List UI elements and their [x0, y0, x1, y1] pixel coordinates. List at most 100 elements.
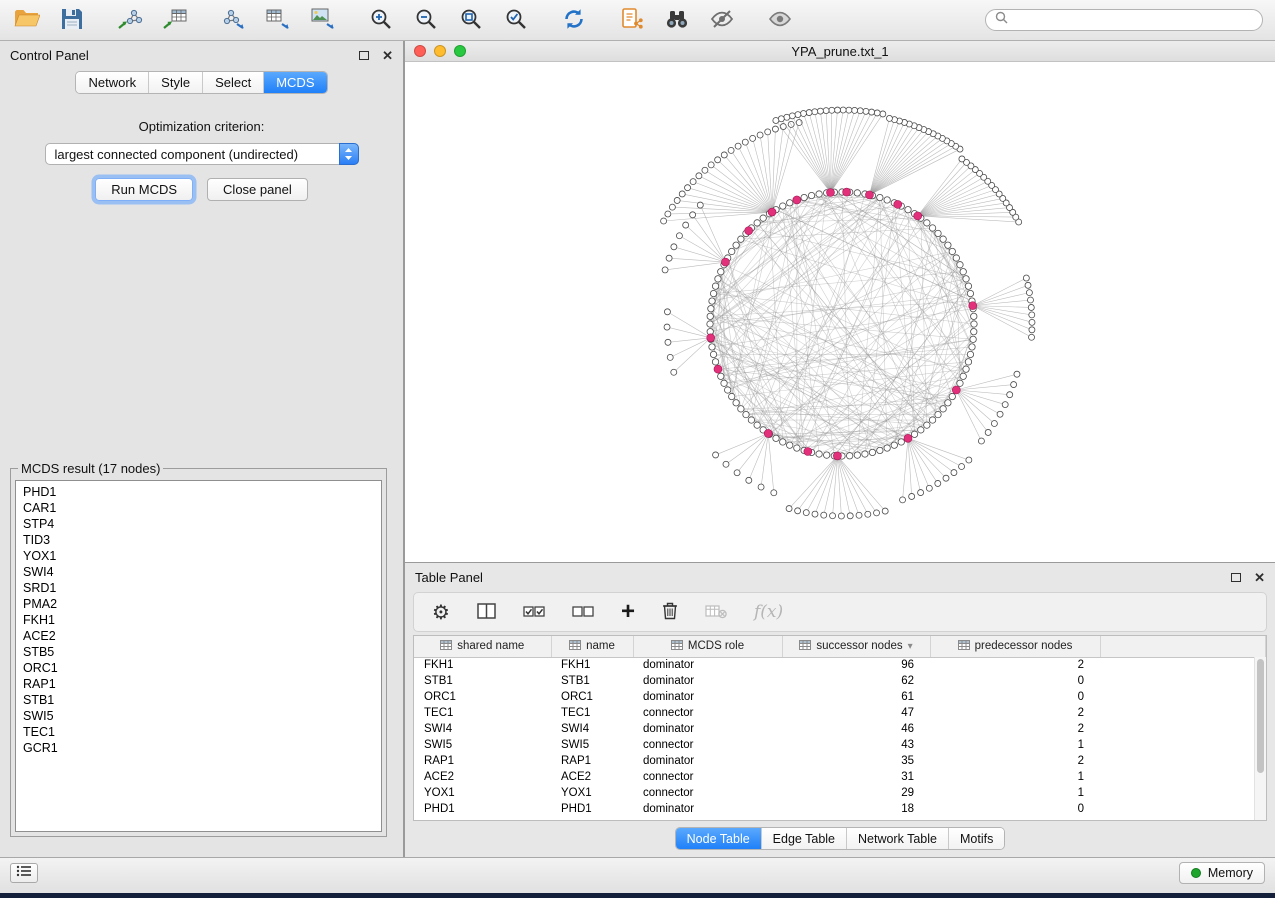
window-close-icon[interactable]	[414, 45, 426, 57]
zoom-fit-button[interactable]	[456, 6, 486, 34]
window-maximize-icon[interactable]	[454, 45, 466, 57]
export-image-button[interactable]	[308, 6, 338, 34]
zoom-in-icon	[369, 7, 393, 34]
export-image-icon	[310, 7, 336, 34]
float-panel-icon[interactable]	[359, 51, 369, 60]
column-header-predecessor-nodes[interactable]: predecessor nodes	[930, 636, 1100, 657]
run-mcds-button[interactable]: Run MCDS	[95, 178, 193, 201]
export-network-button[interactable]	[218, 6, 248, 34]
tab-network-table[interactable]: Network Table	[846, 828, 948, 849]
scrollbar-thumb[interactable]	[1257, 659, 1264, 773]
column-header-name[interactable]: name	[551, 636, 633, 657]
mcds-result-item[interactable]: ACE2	[23, 628, 381, 644]
column-header-MCDS-role[interactable]: MCDS role	[633, 636, 782, 657]
float-table-panel-icon[interactable]	[1231, 573, 1241, 582]
cell-filler	[1100, 673, 1266, 689]
mcds-result-item[interactable]: PMA2	[23, 596, 381, 612]
table-scrollbar[interactable]	[1254, 657, 1266, 820]
tab-style[interactable]: Style	[148, 72, 202, 93]
table-row[interactable]: TEC1TEC1connector472	[414, 705, 1266, 721]
mcds-result-item[interactable]: GCR1	[23, 740, 381, 756]
add-column-button[interactable]: +	[621, 600, 635, 624]
mcds-result-item[interactable]: ORC1	[23, 660, 381, 676]
table-row[interactable]: SWI5SWI5connector431	[414, 737, 1266, 753]
mcds-result-item[interactable]: RAP1	[23, 676, 381, 692]
table-row[interactable]: YOX1YOX1connector291	[414, 785, 1266, 801]
window-minimize-icon[interactable]	[434, 45, 446, 57]
table-panel-title: Table Panel	[415, 570, 483, 585]
tab-node-table[interactable]: Node Table	[676, 828, 761, 849]
select-chevrons-icon	[339, 143, 359, 165]
share-document-button[interactable]	[617, 6, 647, 34]
mcds-result-item[interactable]: SWI5	[23, 708, 381, 724]
mcds-result-item[interactable]: FKH1	[23, 612, 381, 628]
zoom-in-button[interactable]	[366, 6, 396, 34]
cell: 0	[930, 801, 1100, 817]
memory-button[interactable]: Memory	[1179, 862, 1265, 884]
network-graph[interactable]	[405, 62, 1275, 562]
mcds-result-item[interactable]: CAR1	[23, 500, 381, 516]
import-network-button[interactable]	[115, 6, 145, 34]
close-panel-icon[interactable]: ✕	[382, 49, 393, 62]
tab-network[interactable]: Network	[76, 72, 148, 93]
tab-motifs[interactable]: Motifs	[948, 828, 1004, 849]
search-icon	[995, 11, 1008, 29]
table-row[interactable]: PHD1PHD1dominator180	[414, 801, 1266, 817]
export-table-button[interactable]	[263, 6, 293, 34]
table-row[interactable]: RAP1RAP1dominator352	[414, 753, 1266, 769]
tab-mcds[interactable]: MCDS	[263, 72, 326, 93]
cell: 35	[782, 753, 930, 769]
export-group	[218, 6, 338, 34]
table-clear-icon	[705, 603, 727, 622]
export-table-icon	[265, 7, 291, 34]
show-columns-button[interactable]	[477, 603, 496, 622]
mcds-result-item[interactable]: STP4	[23, 516, 381, 532]
save-session-button[interactable]	[57, 6, 87, 34]
cell: SWI5	[414, 737, 551, 753]
cell: SWI4	[414, 721, 551, 737]
mcds-result-item[interactable]: SWI4	[23, 564, 381, 580]
show-graphics-button[interactable]	[765, 6, 795, 34]
cell: FKH1	[551, 657, 633, 673]
mcds-result-item[interactable]: TID3	[23, 532, 381, 548]
network-titlebar: YPA_prune.txt_1	[405, 41, 1275, 62]
network-canvas[interactable]	[405, 62, 1275, 562]
mcds-result-item[interactable]: PHD1	[23, 484, 381, 500]
mcds-result-item[interactable]: TEC1	[23, 724, 381, 740]
column-header-successor-nodes[interactable]: successor nodes▾	[782, 636, 930, 657]
zoom-selected-button[interactable]	[501, 6, 531, 34]
select-all-button[interactable]	[523, 603, 545, 622]
mcds-result-item[interactable]: SRD1	[23, 580, 381, 596]
tab-edge-table[interactable]: Edge Table	[761, 828, 846, 849]
open-session-button[interactable]	[12, 6, 42, 34]
list-icon	[16, 864, 32, 882]
deselect-all-button[interactable]	[572, 603, 594, 622]
function-icon: f(x)	[754, 602, 783, 622]
close-table-panel-icon[interactable]: ✕	[1254, 571, 1265, 584]
mcds-result-item[interactable]: STB1	[23, 692, 381, 708]
network-title: YPA_prune.txt_1	[405, 41, 1275, 62]
apply-layout-button[interactable]	[559, 6, 589, 34]
search-network-button[interactable]	[662, 6, 692, 34]
zoom-out-button[interactable]	[411, 6, 441, 34]
search-box[interactable]	[985, 9, 1263, 31]
optimization-select[interactable]: largest connected component (undirected)	[45, 143, 359, 165]
table-settings-button[interactable]: ⚙	[432, 602, 450, 622]
delete-column-button[interactable]	[662, 601, 678, 623]
search-input[interactable]	[1014, 13, 1253, 27]
mcds-result-item[interactable]: STB5	[23, 644, 381, 660]
tab-select[interactable]: Select	[202, 72, 263, 93]
network-view-panel: YPA_prune.txt_1	[405, 41, 1275, 562]
table-row[interactable]: FKH1FKH1dominator962	[414, 657, 1266, 673]
table-row[interactable]: STB1STB1dominator620	[414, 673, 1266, 689]
memory-status-icon	[1191, 868, 1201, 878]
table-row[interactable]: SWI4SWI4dominator462	[414, 721, 1266, 737]
import-table-button[interactable]	[160, 6, 190, 34]
table-row[interactable]: ACE2ACE2connector311	[414, 769, 1266, 785]
status-list-button[interactable]	[10, 863, 38, 883]
column-header-shared-name[interactable]: shared name	[414, 636, 551, 657]
table-row[interactable]: ORC1ORC1dominator610	[414, 689, 1266, 705]
mcds-result-item[interactable]: YOX1	[23, 548, 381, 564]
hide-selected-button[interactable]	[707, 6, 737, 34]
close-panel-button[interactable]: Close panel	[207, 178, 308, 201]
